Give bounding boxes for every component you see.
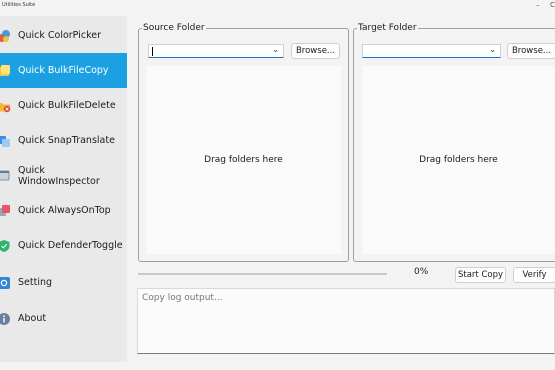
sidebar-item-label: Quick AlwaysOnTop <box>18 205 111 216</box>
target-drop-zone[interactable]: Drag folders here <box>362 66 555 254</box>
info-icon <box>0 312 11 326</box>
source-drop-hint: Drag folders here <box>204 155 283 165</box>
source-drop-zone[interactable]: Drag folders here <box>146 66 341 254</box>
progress-percent: 0% <box>414 267 429 277</box>
window-inspector-icon <box>0 169 11 183</box>
close-icon[interactable]: C <box>550 2 555 9</box>
sidebar-item-about[interactable]: About <box>0 301 127 336</box>
sidebar-item-snaptranslate[interactable]: Quick SnapTranslate <box>0 123 127 158</box>
chevron-down-icon[interactable]: ⌄ <box>489 45 496 54</box>
verify-button[interactable]: Verify <box>513 267 555 283</box>
sidebar-item-bulkfiledelete[interactable]: Quick BulkFileDelete <box>0 88 127 123</box>
window-title: Utilities Suite <box>2 2 36 8</box>
title-bar: Utilities Suite – C <box>0 0 555 14</box>
text-cursor <box>152 47 153 56</box>
defender-shield-icon <box>0 239 11 253</box>
chevron-down-icon[interactable]: ⌄ <box>272 45 279 54</box>
sidebar-item-setting[interactable]: Setting <box>0 265 127 300</box>
source-path-combobox[interactable]: ⌄ <box>148 44 284 58</box>
always-on-top-icon <box>0 204 11 218</box>
settings-icon <box>0 276 11 290</box>
target-folder-legend: Target Folder <box>358 23 417 33</box>
sidebar-item-label: Setting <box>18 277 53 288</box>
sidebar-item-colorpicker[interactable]: Quick ColorPicker <box>0 18 127 53</box>
target-drop-hint: Drag folders here <box>419 155 498 165</box>
snap-translate-icon <box>0 134 11 148</box>
sidebar-item-defendertoggle[interactable]: Quick DefenderToggle <box>0 228 127 263</box>
sidebar-item-label: About <box>18 313 47 324</box>
source-browse-button[interactable]: Browse... <box>291 43 340 59</box>
sidebar: Quick ColorPicker Quick BulkFileCopy Qui… <box>0 16 127 362</box>
source-folder-legend: Source Folder <box>143 23 205 33</box>
bulk-delete-icon <box>0 99 11 113</box>
target-path-combobox[interactable]: ⌄ <box>362 44 501 58</box>
sidebar-item-bulkfilecopy[interactable]: Quick BulkFileCopy <box>0 53 127 88</box>
start-copy-button[interactable]: Start Copy <box>455 267 506 283</box>
copy-log-output[interactable]: Copy log output... <box>137 288 555 354</box>
color-picker-icon <box>0 29 11 43</box>
minimize-icon[interactable]: – <box>536 2 540 9</box>
sidebar-item-alwaysontop[interactable]: Quick AlwaysOnTop <box>0 193 127 228</box>
bulk-copy-icon <box>0 64 11 78</box>
sidebar-item-label: Quick BulkFileDelete <box>18 100 116 111</box>
sidebar-item-windowinspector[interactable]: Quick WindowInspector <box>0 158 127 193</box>
copy-progress-bar <box>138 273 387 275</box>
log-placeholder: Copy log output... <box>142 293 223 303</box>
sidebar-item-label: Quick DefenderToggle <box>18 240 123 251</box>
target-browse-button[interactable]: Browse... <box>507 43 555 59</box>
sidebar-item-label: Quick ColorPicker <box>18 30 101 41</box>
sidebar-item-label: Quick SnapTranslate <box>18 135 115 146</box>
sidebar-item-label: Quick WindowInspector <box>18 164 100 187</box>
sidebar-item-label: Quick BulkFileCopy <box>18 65 109 76</box>
